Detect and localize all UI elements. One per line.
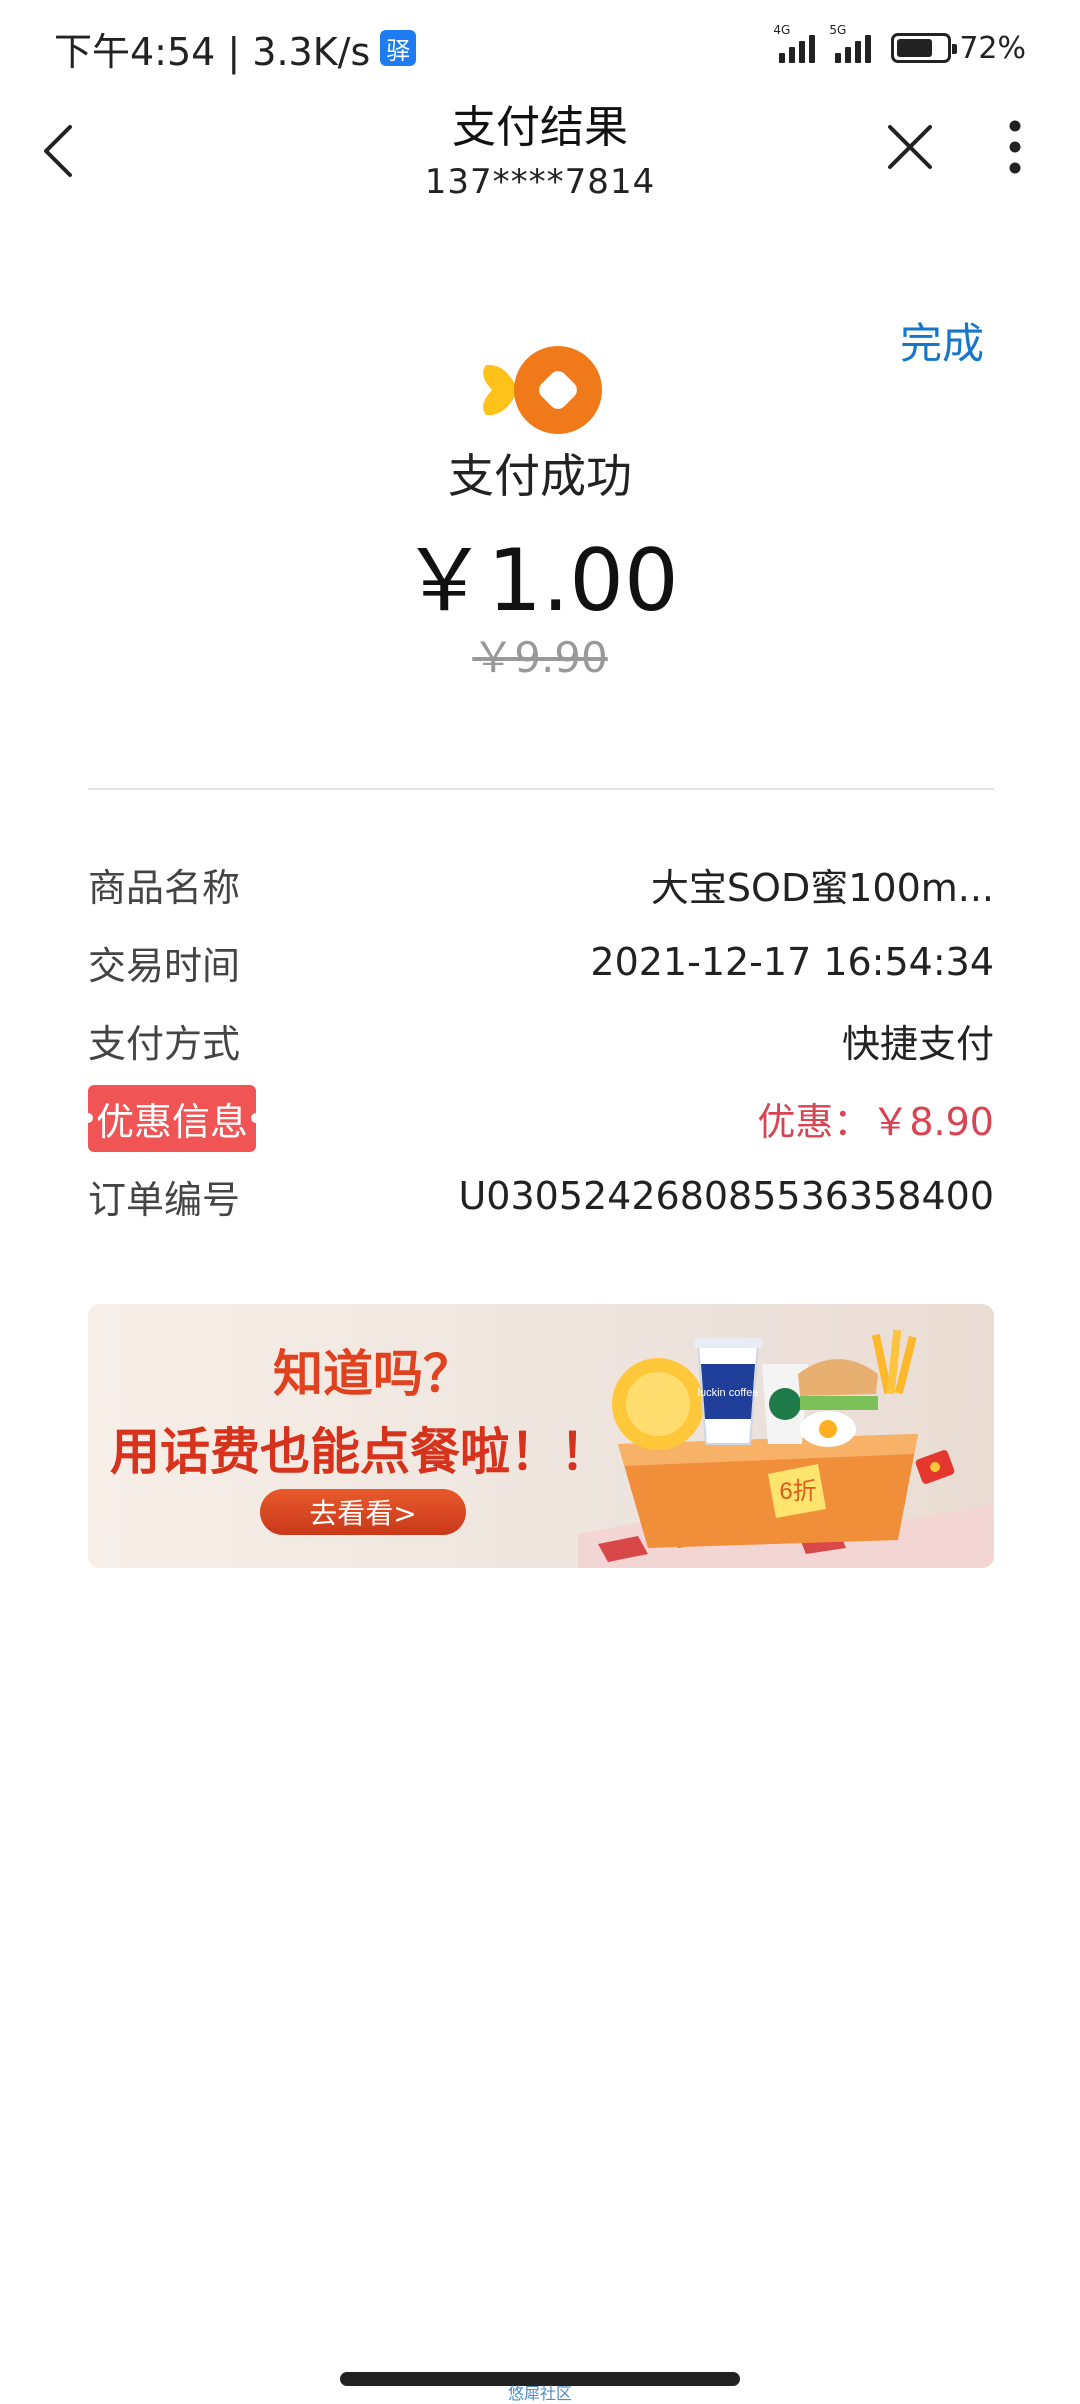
cup-label: luckin coffee — [698, 1387, 759, 1399]
paid-amount: ￥1.00 — [401, 531, 679, 631]
detail-value: U030524268085536358400 — [458, 1174, 994, 1218]
status-left: 下午4:54 | 3.3K/s 驿 — [54, 21, 417, 76]
done-button[interactable]: 完成 — [900, 310, 984, 371]
discount-value: 优惠：￥8.90 — [757, 1099, 994, 1144]
detail-row-product: 商品名称 大宝SOD蜜100m... — [88, 845, 994, 923]
detail-label: 商品名称 — [88, 865, 241, 910]
detail-row-method: 支付方式 快捷支付 — [88, 1001, 994, 1079]
status-right: 4G 5G 72% — [773, 23, 1026, 66]
signal-tag-5g: 5G — [829, 23, 847, 37]
detail-row-discount: 优惠信息 优惠：￥8.90 — [82, 1079, 994, 1157]
detail-value: 快捷支付 — [841, 1021, 994, 1066]
order-details: 商品名称 大宝SOD蜜100m... 交易时间 2021-12-17 16:54… — [82, 845, 994, 1235]
banner-headline: 知道吗？ — [273, 1345, 473, 1403]
payment-logo-icon — [483, 346, 602, 434]
detail-value: 大宝SOD蜜100m... — [650, 865, 994, 910]
nav-bar: 支付结果 137****7814 — [0, 96, 1080, 214]
more-vertical-icon — [1009, 120, 1021, 174]
watermark-text: 悠犀社区 — [507, 2384, 572, 2403]
detail-label: 交易时间 — [88, 943, 241, 988]
status-bar: 下午4:54 | 3.3K/s 驿 4G 5G 72% — [0, 0, 1080, 96]
battery-indicator: 72% — [891, 31, 1026, 66]
payment-status-text: 支付成功 — [448, 449, 632, 503]
detail-label: 支付方式 — [88, 1021, 241, 1066]
banner-subheadline: 用话费也能点餐啦！！ — [110, 1423, 610, 1481]
signal-icon: 5G — [829, 23, 872, 63]
detail-row-order-id: 订单编号 U030524268085536358400 — [88, 1157, 994, 1235]
more-button[interactable] — [990, 112, 1040, 182]
battery-percent: 72% — [959, 30, 1026, 66]
close-icon — [888, 125, 932, 169]
signal-tag-4g: 4G — [773, 23, 791, 37]
close-button[interactable] — [880, 112, 940, 182]
detail-row-time: 交易时间 2021-12-17 16:54:34 — [88, 923, 994, 1001]
banner-tag-text: 6折 — [779, 1478, 816, 1505]
original-amount: ￥9.90 — [472, 633, 608, 682]
banner-go-button[interactable]: 去看看> — [260, 1489, 466, 1535]
signal-icon: 4G — [773, 23, 816, 63]
divider — [88, 788, 994, 790]
discount-badge: 优惠信息 — [82, 1084, 262, 1152]
app-notification-icon: 驿 — [380, 30, 417, 66]
detail-label: 订单编号 — [88, 1177, 241, 1222]
status-time-speed: 下午4:54 | 3.3K/s — [54, 29, 371, 74]
detail-value: 2021-12-17 16:54:34 — [590, 940, 994, 984]
promo-banner[interactable]: 知道吗？ 用话费也能点餐啦！！ 去看看> luckin coffee 6折 — [88, 1304, 994, 1568]
food-basket-illustration: luckin coffee 6折 — [578, 1329, 994, 1568]
battery-icon — [891, 33, 958, 63]
